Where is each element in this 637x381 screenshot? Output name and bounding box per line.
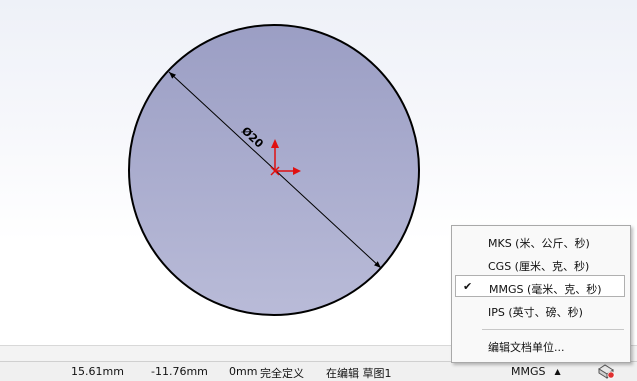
edit-mode-status: 在编辑 草图1 [326,367,392,380]
sketch-definition-status: 完全定义 [260,367,304,380]
menu-item-mks[interactable]: MKS (米、公斤、秒) [455,230,625,252]
menu-item-edit-document-units[interactable]: 编辑文档单位... [455,334,625,356]
menu-item-ips[interactable]: IPS (英寸、磅、秒) [455,299,625,321]
menu-item-mmgs[interactable]: ✔ MMGS (毫米、克、秒) [455,275,625,297]
checkmark-icon: ✔ [463,280,473,293]
x-coordinate: 15.61mm [71,365,124,378]
unit-system-label: MMGS [511,365,546,378]
status-bar: 15.61mm -11.76mm 0mm 完全定义 在编辑 草图1 MMGS ▲ [0,361,637,381]
caret-up-icon: ▲ [554,367,561,376]
menu-item-cgs[interactable]: CGS (厘米、克、秒) [455,253,625,275]
menu-separator [482,329,624,330]
unit-system-button[interactable]: MMGS ▲ [511,365,561,378]
unit-system-menu: MKS (米、公斤、秒) CGS (厘米、克、秒) ✔ MMGS (毫米、克、秒… [451,225,631,363]
y-coordinate: -11.76mm [151,365,208,378]
rebuild-icon[interactable] [597,363,615,379]
z-coordinate: 0mm [229,365,258,378]
